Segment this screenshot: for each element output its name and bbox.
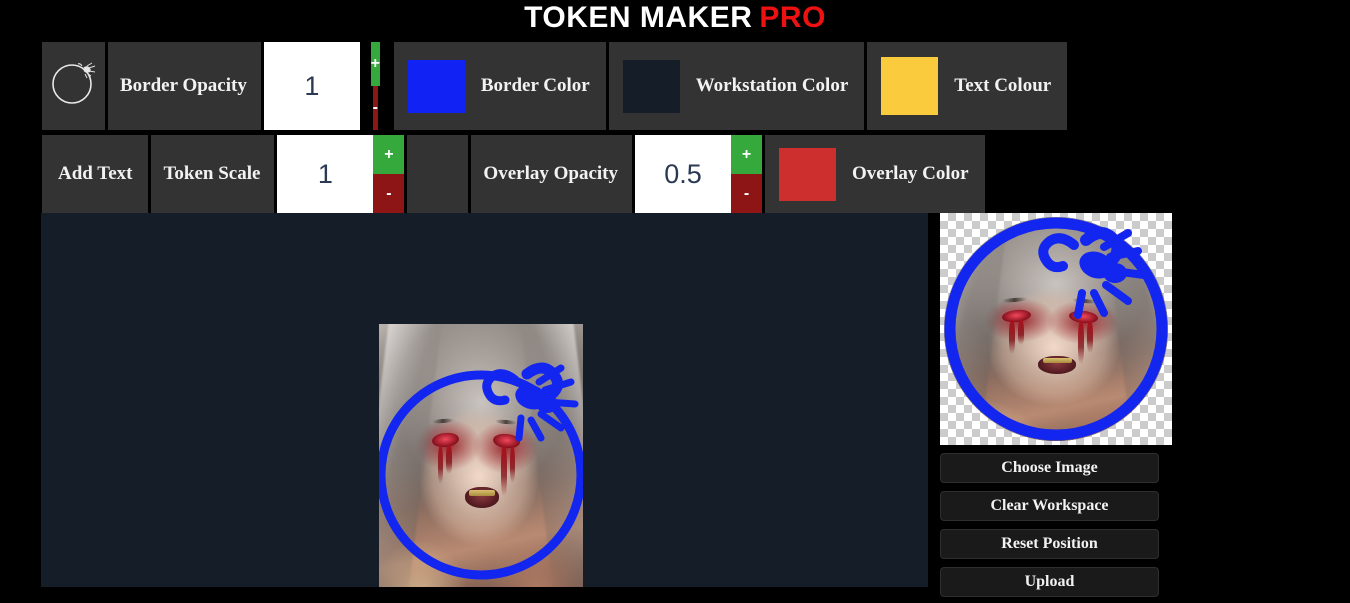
workspace-stage: Choose Image Clear Workspace Reset Posit… — [0, 213, 1350, 597]
choose-image-button[interactable]: Choose Image — [940, 453, 1159, 483]
text-colour-swatch[interactable] — [881, 57, 939, 115]
workstation-color-cell[interactable]: Workstation Color — [608, 42, 868, 130]
add-text-label: Add Text — [58, 163, 133, 184]
preview-teeth — [1042, 358, 1072, 364]
page-title: TOKEN MAKER PRO — [0, 0, 1350, 35]
border-color-label: Border Color — [480, 75, 590, 96]
artwork-blood-tear — [446, 444, 452, 474]
preview-blood-tear — [1087, 321, 1094, 353]
preview-shoulders — [944, 391, 1168, 441]
artwork-blood-tear — [501, 446, 507, 497]
overlay-color-swatch[interactable] — [778, 147, 836, 201]
border-opacity-label: Border Opacity — [120, 75, 247, 96]
border-opacity-input[interactable]: 1 — [263, 42, 360, 130]
overlay-opacity-input[interactable]: 0.5 — [634, 135, 731, 213]
page-title-accent: PRO — [759, 1, 826, 34]
token-preview[interactable] — [940, 213, 1172, 445]
overlay-opacity-stepper: + - — [730, 135, 762, 213]
border-color-cell[interactable]: Border Color — [393, 42, 609, 130]
overlay-opacity-label: Overlay Opacity — [483, 163, 618, 184]
artwork-teeth — [468, 489, 496, 496]
token-artwork[interactable] — [379, 324, 583, 587]
clear-workspace-button[interactable]: Clear Workspace — [940, 491, 1159, 521]
overlay-color-label: Overlay Color — [851, 163, 969, 184]
add-text-button[interactable]: Add Text — [42, 135, 152, 213]
token-scale-increment-button[interactable]: + — [373, 135, 405, 174]
workspace-canvas[interactable] — [41, 213, 928, 587]
artwork-eye-left — [431, 431, 460, 449]
artwork-blood-tear — [438, 444, 444, 485]
panel-button-list: Choose Image Clear Workspace Reset Posit… — [940, 453, 1172, 597]
preview-blood-tear — [1017, 320, 1024, 345]
overlay-color-cell[interactable]: Overlay Color — [764, 135, 985, 213]
file-input-cell[interactable] — [407, 135, 472, 213]
token-scale-label-cell: Token Scale — [151, 135, 278, 213]
overlay-opacity-increment-button[interactable]: + — [730, 135, 762, 174]
artwork-eye-right — [492, 433, 521, 451]
artwork-shoulders — [379, 529, 583, 587]
text-colour-cell[interactable]: Text Colour — [867, 42, 1068, 130]
overlay-opacity-label-cell: Overlay Opacity — [471, 135, 635, 213]
workstation-color-swatch[interactable] — [622, 59, 680, 113]
token-scale-stepper: + - — [373, 135, 405, 213]
preview-blood-tear — [1078, 321, 1085, 364]
text-colour-label: Text Colour — [954, 75, 1052, 96]
border-opacity-stepper: + - — [360, 42, 391, 130]
border-opacity-decrement-button[interactable]: - — [372, 86, 378, 130]
border-template-button[interactable] — [42, 42, 108, 130]
toolbar-row-1: Border Opacity 1 + - Border Color Workst… — [42, 42, 1350, 130]
token-scale-input[interactable]: 1 — [277, 135, 374, 213]
border-color-swatch[interactable] — [407, 59, 465, 113]
upload-button[interactable]: Upload — [940, 567, 1159, 597]
page-title-main: TOKEN MAKER — [524, 1, 753, 34]
token-scale-decrement-button[interactable]: - — [373, 174, 405, 213]
toolbar-row-2: Add Text Token Scale 1 + - Overlay Opaci… — [42, 135, 1350, 213]
preview-token-artwork — [944, 217, 1168, 441]
circle-border-scorpion-icon — [51, 62, 95, 104]
side-panel: Choose Image Clear Workspace Reset Posit… — [940, 213, 1172, 603]
artwork-blood-tear — [509, 446, 515, 484]
border-opacity-label-cell: Border Opacity — [108, 42, 264, 130]
border-opacity-increment-button[interactable]: + — [370, 42, 381, 86]
overlay-opacity-decrement-button[interactable]: - — [730, 174, 762, 213]
reset-position-button[interactable]: Reset Position — [940, 529, 1159, 559]
preview-blood-tear — [1008, 320, 1015, 354]
token-scale-label: Token Scale — [163, 163, 261, 184]
workstation-color-label: Workstation Color — [695, 75, 849, 96]
